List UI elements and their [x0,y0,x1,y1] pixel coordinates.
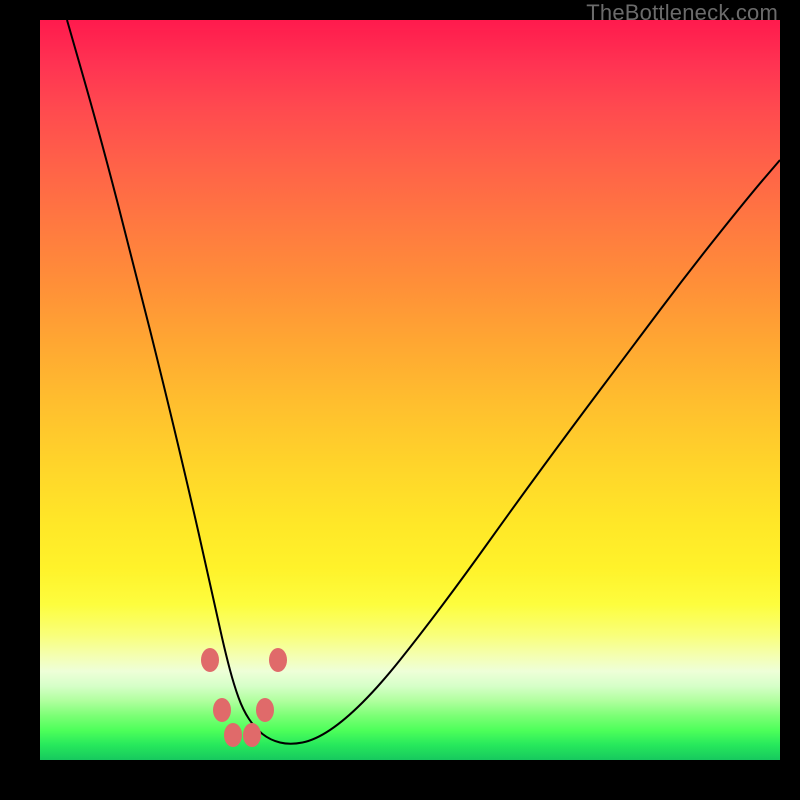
curve-marker-2 [213,698,231,722]
curve-markers [201,648,287,747]
curve-marker-1 [269,648,287,672]
bottleneck-curve-svg [40,20,780,760]
curve-marker-4 [224,723,242,747]
curve-marker-0 [201,648,219,672]
watermark-text: TheBottleneck.com [586,0,778,26]
chart-plot-area [40,20,780,760]
curve-marker-5 [243,723,261,747]
bottleneck-curve [67,20,780,744]
curve-marker-3 [256,698,274,722]
